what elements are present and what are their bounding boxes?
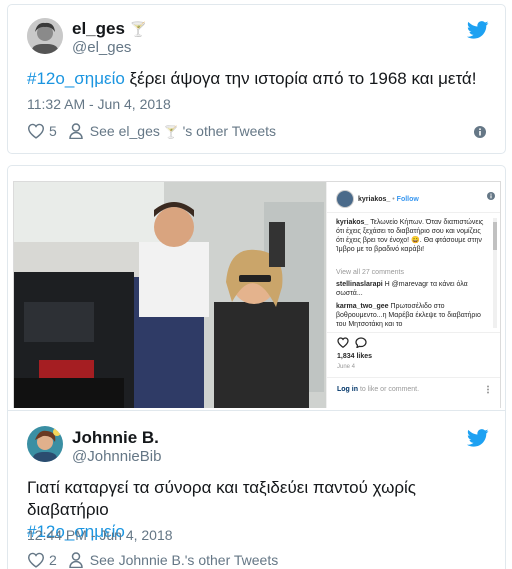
- comment-username[interactable]: karma_two_gee: [336, 303, 389, 310]
- person-icon[interactable]: [69, 123, 83, 139]
- divider: [327, 377, 500, 378]
- instagram-login-prompt: Log in to like or comment.: [337, 385, 419, 394]
- avatar[interactable]: [27, 18, 63, 54]
- heart-icon[interactable]: [337, 337, 349, 348]
- comment-icon[interactable]: [355, 337, 367, 348]
- comment-username[interactable]: stellinaslarapi: [336, 281, 383, 288]
- display-name[interactable]: el_ges 🍸: [72, 19, 147, 39]
- twitter-bird-icon[interactable]: [467, 429, 489, 447]
- instagram-avatar[interactable]: [336, 190, 354, 208]
- instagram-follow-button[interactable]: Follow: [397, 196, 419, 203]
- tweet-actions: 5 See el_ges 🍸 's other Tweets: [27, 123, 276, 139]
- other-tweets-link[interactable]: See el_ges 🍸 's other Tweets: [90, 123, 276, 139]
- display-name-text: el_ges: [72, 19, 125, 38]
- instagram-username[interactable]: kyriakos_: [358, 196, 390, 203]
- heart-icon[interactable]: [27, 123, 45, 139]
- instagram-header: kyriakos_ • Follow: [358, 196, 419, 203]
- user-handle[interactable]: @JohnnieBib: [72, 448, 161, 465]
- post-photo-image: [14, 182, 326, 408]
- avatar-image-icon: [27, 426, 63, 462]
- scrollbar-thumb[interactable]: [493, 222, 497, 250]
- caption-username[interactable]: kyriakos_: [336, 219, 368, 226]
- like-count: 5: [49, 123, 57, 139]
- instagram-sidebar: kyriakos_ • Follow kyriakos_ Τελωνείο Κή…: [326, 182, 500, 408]
- login-suffix: to like or comment.: [358, 386, 420, 393]
- info-icon[interactable]: [487, 192, 495, 200]
- tweet-text: #12ο_σημείο ξέρει άψογα την ιστορία από …: [27, 68, 497, 90]
- cocktail-icon: 🍸: [163, 125, 179, 139]
- tweet-body-text: Γιατί καταργεί τα σύνορα και ταξιδεύει π…: [27, 478, 416, 519]
- heart-icon[interactable]: [27, 552, 45, 568]
- login-link[interactable]: Log in: [337, 386, 358, 393]
- more-options-icon[interactable]: [484, 385, 492, 394]
- user-handle[interactable]: @el_ges: [72, 39, 131, 56]
- other-tweets-link[interactable]: See Johnnie B.'s other Tweets: [90, 552, 278, 568]
- instagram-date: June 4: [337, 364, 356, 370]
- instagram-like-count: 1,834 likes: [337, 353, 373, 360]
- view-all-comments-link[interactable]: View all 27 comments: [336, 268, 404, 277]
- tweet-body-text: ξέρει άψογα την ιστορία από το 1968 και …: [124, 69, 477, 88]
- other-tweets-suffix: 's other Tweets: [178, 123, 277, 139]
- instagram-post[interactable]: kyriakos_ • Follow kyriakos_ Τελωνείο Κή…: [13, 181, 501, 408]
- cocktail-icon: 🍸: [129, 21, 148, 37]
- like-count: 2: [49, 552, 57, 568]
- divider: [327, 212, 500, 213]
- other-tweets-prefix: See el_ges: [89, 123, 160, 139]
- twitter-bird-icon[interactable]: [467, 21, 489, 39]
- tweet-card-1: el_ges 🍸 @el_ges #12ο_σημείο ξέρει άψογα…: [7, 4, 506, 154]
- tweet-timestamp[interactable]: 12:44 PM - Jun 4, 2018: [27, 527, 173, 543]
- display-name[interactable]: Johnnie B.: [72, 428, 159, 448]
- hashtag-link[interactable]: #12ο_σημείο: [27, 69, 125, 88]
- info-icon[interactable]: [474, 126, 486, 138]
- avatar-image-icon: [27, 18, 63, 54]
- person-icon[interactable]: [69, 552, 83, 568]
- tweet-actions: 2 See Johnnie B.'s other Tweets: [27, 552, 278, 568]
- comments-scrollbar[interactable]: [493, 218, 497, 328]
- tweet-timestamp[interactable]: 11:32 AM - Jun 4, 2018: [27, 96, 171, 112]
- post-photo[interactable]: [14, 182, 326, 408]
- instagram-embed-card: kyriakos_ • Follow kyriakos_ Τελωνείο Κή…: [7, 165, 506, 410]
- avatar[interactable]: [27, 426, 63, 462]
- comment-1: stellinaslarapi Η @marevagr τα κάνει όλα…: [336, 280, 486, 298]
- divider: [327, 332, 500, 333]
- tweet-card-2: Johnnie B. @JohnnieBib Γιατί καταργεί τα…: [7, 410, 506, 569]
- comment-2: karma_two_gee Πρωτοσέλιδο στο βοθρουμεντ…: [336, 302, 486, 329]
- instagram-caption: kyriakos_ Τελωνείο Κήπων. Όταν διαπιστών…: [336, 218, 486, 254]
